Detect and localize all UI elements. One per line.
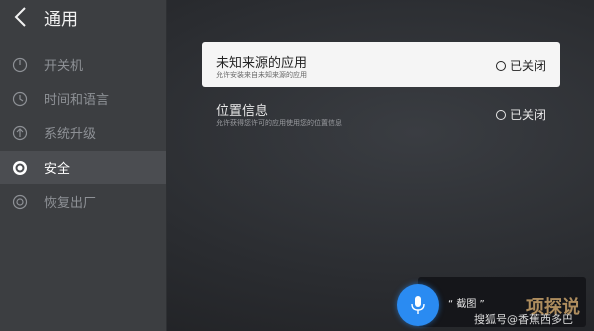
status-label: 已关闭: [509, 108, 546, 122]
clock-icon: [12, 91, 28, 107]
power-icon: [12, 57, 28, 73]
sidebar-item-label: 系统升级: [44, 127, 97, 142]
back-arrow-icon[interactable]: [12, 6, 32, 28]
sidebar-item-security[interactable]: 安全: [0, 151, 166, 184]
sidebar-item-upgrade[interactable]: 系统升级: [0, 116, 166, 149]
radio-off-icon: [495, 60, 506, 71]
upgrade-arrow-icon: [12, 125, 28, 141]
page-title: 通用: [44, 10, 78, 30]
sidebar-divider: [166, 0, 167, 331]
reset-icon: [12, 194, 28, 210]
setting-title: 未知来源的应用: [216, 56, 308, 71]
voice-command-text: “ 截图 ”: [448, 299, 485, 310]
sidebar-item-power[interactable]: 开关机: [0, 48, 166, 81]
sidebar-item-factory-reset[interactable]: 恢复出厂: [0, 185, 166, 218]
setting-status[interactable]: 已关闭: [495, 106, 546, 123]
sidebar: 通用 开关机 时间和语言 系统升级 安全 恢复出厂: [0, 0, 166, 331]
sidebar-item-time-language[interactable]: 时间和语言: [0, 82, 166, 115]
sidebar-item-label: 安全: [44, 162, 71, 177]
sidebar-item-label: 开关机: [44, 59, 84, 74]
setting-subtitle: 允许获得您许可的应用使用您的位置信息: [216, 119, 342, 127]
setting-status[interactable]: 已关闭: [495, 57, 546, 74]
status-label: 已关闭: [509, 59, 546, 73]
setting-subtitle: 允许安装来自未知来源的应用: [216, 71, 307, 79]
microphone-button[interactable]: [397, 284, 439, 326]
setting-unknown-sources[interactable]: 未知来源的应用 允许安装来自未知来源的应用 已关闭: [202, 42, 560, 87]
sidebar-item-label: 时间和语言: [44, 93, 110, 108]
sidebar-item-label: 恢复出厂: [44, 196, 97, 211]
watermark-text: 搜狐号@香蕉西多巴: [474, 313, 573, 326]
shield-target-icon: [12, 160, 28, 176]
radio-off-icon: [495, 109, 506, 120]
setting-title: 位置信息: [216, 104, 269, 119]
setting-location[interactable]: 位置信息 允许获得您许可的应用使用您的位置信息 已关闭: [202, 96, 560, 136]
microphone-icon: [411, 296, 425, 314]
